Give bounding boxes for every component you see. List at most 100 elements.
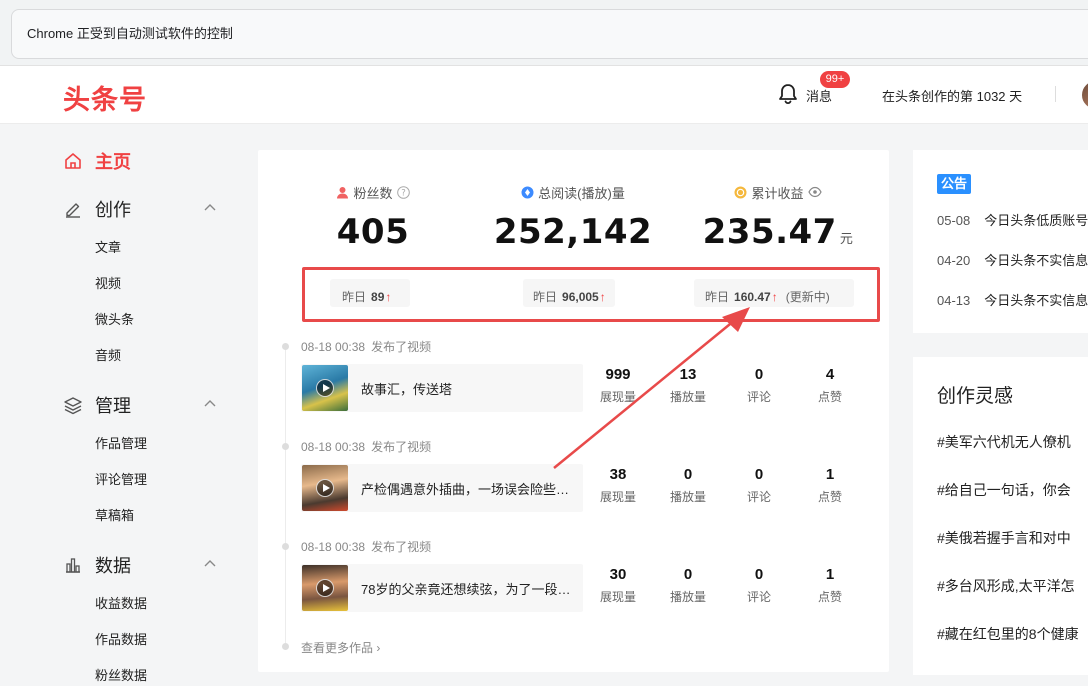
plays-metric: 0 播放量 — [669, 466, 706, 504]
feed-meta: 08-18 00:38 发布了视频 — [301, 440, 432, 454]
announcement-card: 公告 05-08 今日头条低质账号 04-20 今日头条不实信息 04-13 今日头条… — [913, 150, 1088, 333]
inspiration-topic[interactable]: #多台风形成,太平洋怎 — [937, 576, 1075, 596]
top-header: 头条号 99+ 消息 在头条创作的第 1032 天 — [0, 66, 1088, 124]
comments-metric: 0 评论 — [746, 466, 771, 504]
yesterday-highlight-box: 昨日 89↑ 昨日 96,005↑ 昨日 160.47↑ (更新中) — [302, 267, 880, 322]
messages-link[interactable]: 消息 — [806, 86, 832, 105]
coin-icon — [734, 186, 747, 198]
inspiration-topic[interactable]: #给自己一句话，你会 — [937, 480, 1071, 500]
timeline-line — [285, 346, 286, 646]
plays-metric: 13 播放量 — [669, 366, 706, 404]
video-thumbnail[interactable] — [302, 365, 348, 411]
feed-item[interactable]: 78岁的父亲竟还想续弦，为了一段黄昏恋 — [301, 564, 583, 612]
reads-stat: 总阅读(播放)量 252,142 — [488, 150, 658, 253]
diamond-icon — [521, 186, 534, 198]
sidebar-item-audio[interactable]: 音频 — [95, 345, 121, 364]
announcement-item[interactable]: 04-13 今日头条不实信息 — [937, 290, 1088, 309]
feed-title[interactable]: 产检偶遇意外插曲，一场误会险些酿成大祸 — [361, 479, 573, 498]
automation-infobar: Chrome 正受到自动测试软件的控制 — [0, 0, 1088, 66]
sidebar-item-create[interactable]: 创作 — [63, 196, 131, 222]
help-icon[interactable]: ? — [396, 185, 410, 199]
home-icon — [63, 151, 83, 171]
feed-meta: 08-18 00:38 发布了视频 — [301, 540, 432, 554]
income-stat: 累计收益 235.47 元 — [698, 150, 858, 253]
impressions-metric: 30 展现量 — [599, 566, 636, 604]
video-thumbnail[interactable] — [302, 465, 348, 511]
sidebar-item-works-data[interactable]: 作品数据 — [95, 629, 147, 648]
feed-item[interactable]: 产检偶遇意外插曲，一场误会险些酿成大祸 — [301, 464, 583, 512]
play-icon — [316, 479, 334, 497]
sidebar-item-label: 主页 — [95, 152, 131, 172]
sidebar: 主页 创作 文章 视频 微头条 音频 管理 作品管理 评论管理 草稿箱 数据 收… — [0, 124, 258, 686]
bar-chart-icon — [63, 555, 83, 575]
inspiration-card: 创作灵感 #美军六代机无人僚机 #给自己一句话，你会 #美俄若握手言和对中 #多… — [913, 357, 1088, 675]
announcement-item[interactable]: 05-08 今日头条低质账号 — [937, 210, 1088, 229]
timeline-dot — [282, 443, 289, 450]
sidebar-item-manage[interactable]: 管理 — [63, 392, 131, 418]
feed-meta: 08-18 00:38 发布了视频 — [301, 340, 432, 354]
up-arrow-icon: ↑ — [771, 290, 778, 304]
sidebar-item-drafts[interactable]: 草稿箱 — [95, 505, 134, 524]
creation-days-text: 在头条创作的第 1032 天 — [882, 89, 1023, 104]
overview-card: 粉丝数 ? 405 总阅读(播放)量 252,142 累计收益 235.47 元 … — [258, 150, 889, 672]
fans-stat: 粉丝数 ? 405 — [298, 150, 448, 252]
feed-title[interactable]: 故事汇，传送塔 — [361, 379, 573, 398]
reads-label: 总阅读(播放)量 — [538, 185, 625, 201]
impressions-metric: 999 展现量 — [599, 366, 636, 404]
chevron-right-icon: › — [376, 641, 381, 655]
inspiration-topic[interactable]: #美俄若握手言和对中 — [937, 528, 1071, 548]
bell-icon[interactable] — [776, 82, 802, 108]
chevron-up-icon[interactable] — [203, 397, 217, 411]
plays-metric: 0 播放量 — [669, 566, 706, 604]
up-arrow-icon: ↑ — [385, 290, 392, 304]
comments-metric: 0 评论 — [746, 566, 771, 604]
sidebar-item-label: 数据 — [95, 556, 131, 576]
video-thumbnail[interactable] — [302, 565, 348, 611]
play-icon — [316, 379, 334, 397]
fans-label: 粉丝数 — [353, 185, 393, 201]
avatar[interactable] — [1080, 79, 1088, 111]
income-label: 累计收益 — [751, 185, 804, 201]
toutiao-logo[interactable]: 头条号 — [63, 78, 147, 117]
likes-metric: 1 点赞 — [817, 466, 842, 504]
sidebar-item-home[interactable]: 主页 — [63, 148, 131, 174]
inspiration-title: 创作灵感 — [937, 386, 1014, 407]
feed-item[interactable]: 故事汇，传送塔 — [301, 364, 583, 412]
sidebar-item-label: 创作 — [95, 200, 131, 220]
sidebar-item-article[interactable]: 文章 — [95, 237, 121, 256]
pencil-icon — [63, 199, 83, 219]
chevron-up-icon[interactable] — [203, 201, 217, 215]
sidebar-item-micro-post[interactable]: 微头条 — [95, 309, 134, 328]
inspiration-topic[interactable]: #美军六代机无人僚机 — [937, 432, 1071, 452]
sidebar-item-label: 管理 — [95, 396, 131, 416]
sidebar-item-comments-manage[interactable]: 评论管理 — [95, 469, 147, 488]
eye-icon[interactable] — [807, 186, 822, 198]
comments-metric: 0 评论 — [746, 366, 771, 404]
sidebar-item-works-manage[interactable]: 作品管理 — [95, 433, 147, 452]
inspiration-topic[interactable]: #藏在红包里的8个健康 — [937, 624, 1079, 644]
up-arrow-icon: ↑ — [599, 290, 606, 304]
timeline-dot — [282, 643, 289, 650]
svg-text:?: ? — [401, 188, 406, 198]
play-icon — [316, 579, 334, 597]
sidebar-item-income-data[interactable]: 收益数据 — [95, 593, 147, 612]
sidebar-item-data[interactable]: 数据 — [63, 552, 131, 578]
feed-title[interactable]: 78岁的父亲竟还想续弦，为了一段黄昏恋 — [361, 579, 573, 598]
sidebar-item-video[interactable]: 视频 — [95, 273, 121, 292]
sidebar-item-fans-data[interactable]: 粉丝数据 — [95, 665, 147, 684]
announcement-tag: 公告 — [937, 174, 972, 194]
view-more-works-link[interactable]: 查看更多作品 › — [301, 639, 380, 656]
fans-value: 405 — [336, 212, 410, 252]
chevron-up-icon[interactable] — [203, 557, 217, 571]
timeline-dot — [282, 343, 289, 350]
income-unit: 元 — [839, 232, 854, 247]
infobar-message: Chrome 正受到自动测试软件的控制 — [11, 9, 1088, 59]
income-value: 235.47 元 — [702, 212, 854, 252]
likes-metric: 1 点赞 — [817, 566, 842, 604]
income-yesterday: 昨日 160.47↑ (更新中) — [705, 290, 830, 304]
likes-metric: 4 点赞 — [817, 366, 842, 404]
impressions-metric: 38 展现量 — [599, 466, 636, 504]
announcement-item[interactable]: 04-20 今日头条不实信息 — [937, 250, 1088, 269]
header-divider — [1055, 86, 1056, 102]
reads-value: 252,142 — [493, 212, 653, 252]
